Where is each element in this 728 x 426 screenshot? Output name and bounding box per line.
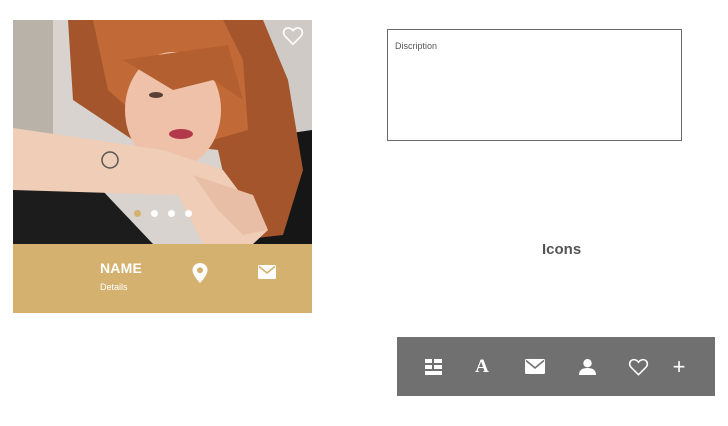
profile-info-bar: NAME Details bbox=[13, 244, 312, 313]
list-icon[interactable] bbox=[413, 337, 453, 396]
carousel-dot[interactable] bbox=[150, 210, 158, 217]
font-icon-glyph: A bbox=[475, 355, 489, 377]
carousel-dot[interactable] bbox=[167, 210, 175, 217]
favorite-icon[interactable] bbox=[282, 26, 304, 46]
carousel-dot[interactable] bbox=[184, 210, 192, 217]
plus-glyph: + bbox=[672, 353, 686, 379]
mail-icon[interactable] bbox=[258, 265, 276, 279]
font-icon[interactable]: A bbox=[462, 337, 502, 396]
profile-name: NAME bbox=[100, 260, 143, 276]
description-textbox[interactable]: Discription bbox=[387, 29, 682, 141]
heart-outline-icon[interactable] bbox=[618, 337, 658, 396]
icon-toolbar: A + bbox=[397, 337, 715, 396]
description-label: Discription bbox=[395, 41, 438, 51]
profile-photo[interactable] bbox=[13, 20, 312, 244]
carousel-indicator bbox=[13, 210, 312, 217]
icons-section-title: Icons bbox=[542, 241, 582, 258]
user-icon[interactable] bbox=[567, 337, 607, 396]
mail-icon[interactable] bbox=[515, 337, 555, 396]
plus-icon[interactable]: + bbox=[659, 337, 699, 396]
carousel-dot[interactable] bbox=[133, 210, 141, 217]
profile-details-link[interactable]: Details bbox=[100, 282, 128, 292]
location-pin-icon[interactable] bbox=[192, 263, 208, 283]
